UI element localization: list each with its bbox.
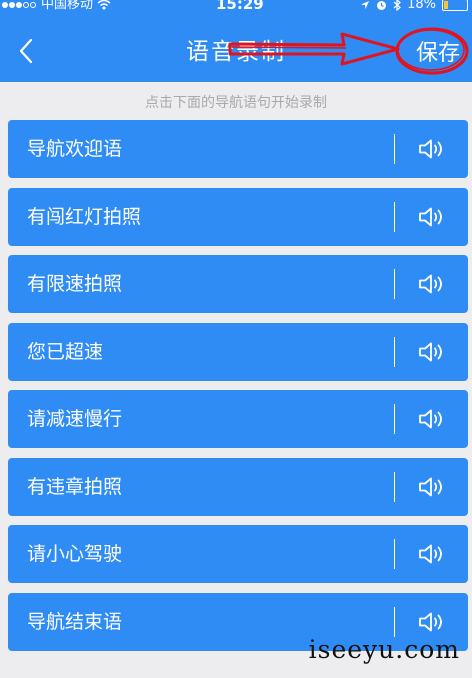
- item-label: 有闯红灯拍照: [27, 205, 142, 228]
- hint-text: 点击下面的导航语句开始录制: [145, 95, 327, 111]
- list-item[interactable]: 请小心驾驶: [8, 525, 468, 583]
- item-label: 请小心驾驶: [27, 543, 123, 565]
- divider: [394, 471, 395, 502]
- status-time: 15:29: [216, 0, 264, 13]
- signal-icon: [2, 0, 37, 12]
- item-label: 有违章拍照: [27, 475, 123, 498]
- list-item[interactable]: 您已超速: [8, 322, 468, 381]
- divider: [394, 404, 395, 434]
- list-item[interactable]: 请减速慢行: [8, 390, 468, 448]
- location-icon: [361, 1, 370, 9]
- alarm-icon: [377, 0, 387, 10]
- speaker-icon[interactable]: [418, 543, 446, 565]
- divider: [394, 269, 395, 299]
- save-button[interactable]: 保存: [412, 33, 464, 69]
- bluetooth-icon: [393, 0, 402, 11]
- status-bar: 中国移动 15:29 18%: [0, 0, 472, 14]
- list-item[interactable]: 有闯红灯拍照: [8, 187, 468, 246]
- phrase-list: 导航欢迎语 有闯红灯拍照 有限速拍照 您已超速 请减速慢行 有违章拍照 请小心驾…: [8, 120, 468, 660]
- status-left: 中国移动: [2, 0, 111, 12]
- speaker-icon[interactable]: [418, 273, 446, 295]
- item-label: 导航欢迎语: [27, 138, 123, 160]
- item-label: 请减速慢行: [27, 408, 123, 430]
- status-right: 18%: [360, 0, 468, 12]
- divider: [394, 336, 395, 367]
- speaker-icon[interactable]: [418, 138, 446, 160]
- watermark: iseeyu.com: [308, 635, 460, 664]
- divider: [394, 539, 395, 569]
- speaker-icon[interactable]: [418, 611, 446, 633]
- red-arrow-annotation: [228, 32, 400, 66]
- speaker-icon[interactable]: [418, 341, 446, 363]
- list-item[interactable]: 有违章拍照: [8, 457, 468, 516]
- wifi-icon: [97, 0, 111, 10]
- divider: [394, 606, 395, 637]
- navigation-header: 中国移动 15:29 18% 语音录制 保存: [0, 0, 472, 82]
- list-item[interactable]: 有限速拍照: [8, 255, 468, 313]
- carrier-label: 中国移动: [41, 0, 94, 12]
- speaker-icon[interactable]: [418, 408, 446, 430]
- speaker-icon[interactable]: [418, 206, 446, 228]
- divider: [394, 201, 395, 232]
- speaker-icon[interactable]: [418, 476, 446, 498]
- divider: [394, 134, 395, 164]
- list-item[interactable]: 导航欢迎语: [8, 120, 468, 178]
- battery-icon: [442, 0, 468, 11]
- item-label: 您已超速: [27, 340, 104, 363]
- item-label: 有限速拍照: [27, 273, 123, 295]
- item-label: 导航结束语: [27, 610, 123, 633]
- battery-percent: 18%: [407, 0, 436, 12]
